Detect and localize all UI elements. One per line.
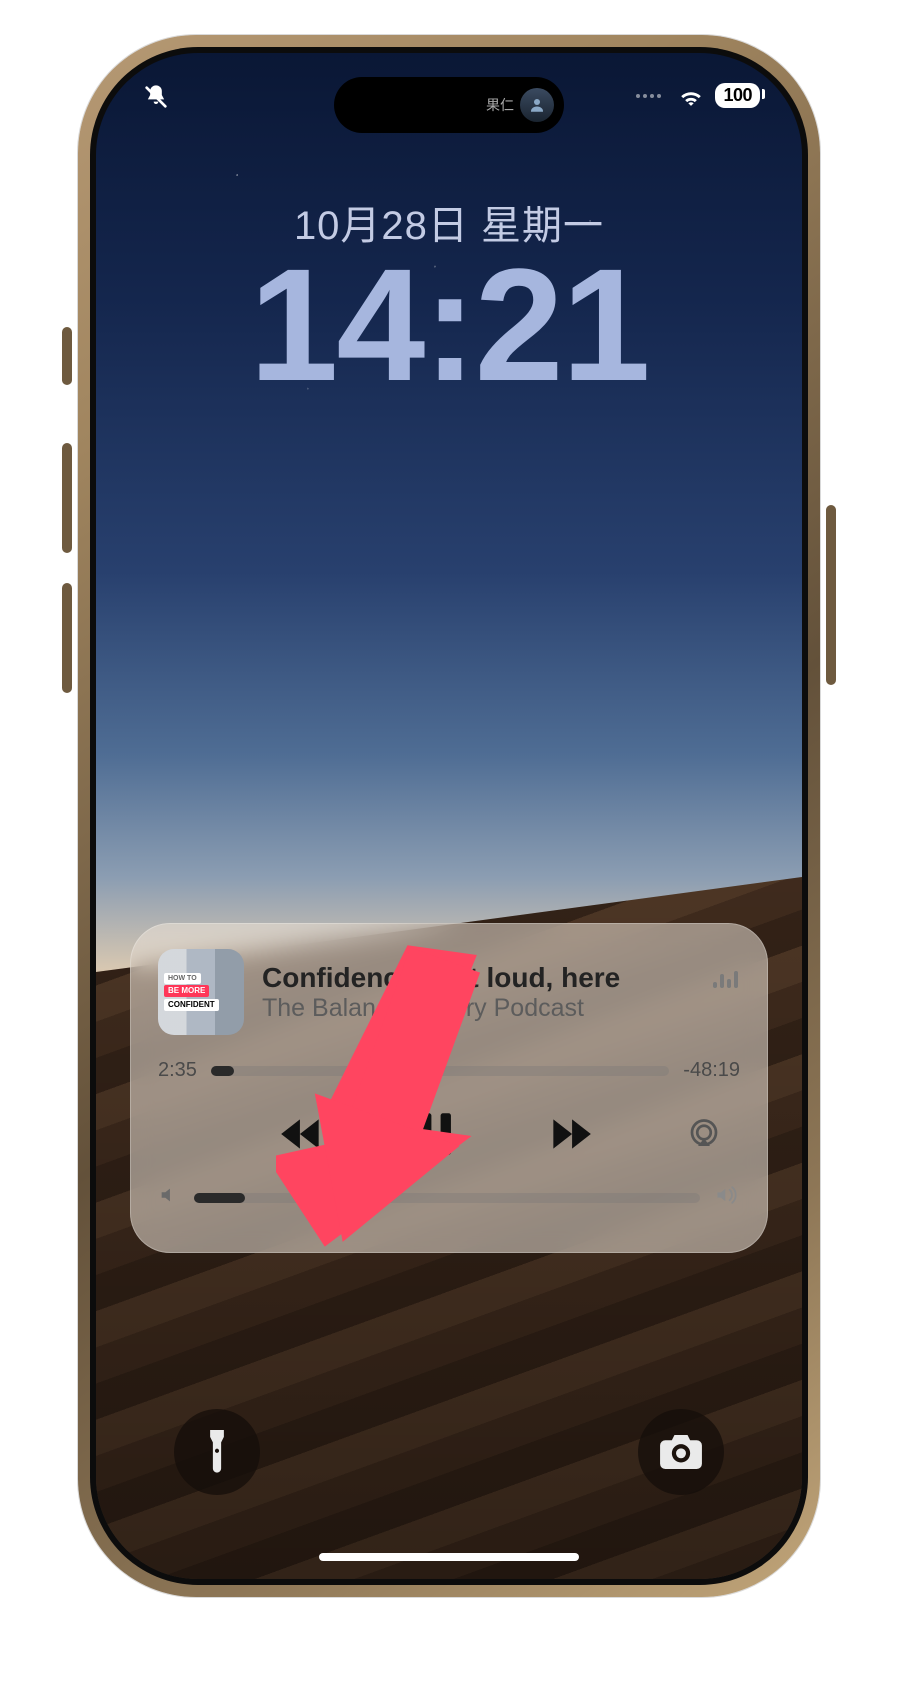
airplay-button[interactable] [672, 1102, 736, 1166]
time-elapsed: 2:35 [158, 1059, 197, 1082]
lock-time: 14:21 [96, 233, 802, 417]
battery-indicator: 100 [715, 83, 760, 108]
volume-down-button[interactable] [62, 583, 72, 693]
skip-forward-button[interactable] [538, 1102, 602, 1166]
podcast-name: The Balance Theory Podcast [262, 994, 740, 1023]
episode-artwork: HOW TO BE MORE CONFIDENT [158, 949, 244, 1035]
bell-slash-icon [142, 83, 170, 111]
volume-low-icon [158, 1184, 180, 1211]
side-button[interactable] [826, 505, 836, 685]
volume-fill [194, 1193, 245, 1203]
volume-up-button[interactable] [62, 443, 72, 553]
wifi-icon [677, 85, 705, 107]
dynamic-island[interactable]: 果仁 [334, 77, 564, 133]
island-app-label: 果仁 [486, 95, 514, 115]
volume-high-icon [714, 1184, 740, 1211]
pause-button[interactable] [404, 1102, 468, 1166]
camera-button[interactable] [638, 1409, 724, 1495]
audio-waveform-icon [713, 968, 740, 988]
multitask-dots-icon [636, 94, 661, 98]
now-playing-card[interactable]: HOW TO BE MORE CONFIDENT Confidence isn'… [130, 923, 768, 1253]
mute-switch[interactable] [62, 327, 72, 385]
artwork-badge: HOW TO [164, 973, 201, 984]
scrubber-fill [211, 1066, 234, 1076]
artwork-badge: CONFIDENT [164, 999, 219, 1011]
skip-back-button[interactable] [270, 1102, 334, 1166]
flashlight-button[interactable] [174, 1409, 260, 1495]
time-remaining: -48:19 [683, 1059, 740, 1082]
playback-scrubber[interactable] [211, 1066, 669, 1076]
artwork-badge: BE MORE [164, 985, 209, 997]
volume-slider[interactable] [194, 1193, 700, 1203]
island-avatar-icon [520, 88, 554, 122]
home-indicator[interactable] [319, 1553, 579, 1561]
episode-title: Confidence isn't loud, here [262, 962, 620, 994]
